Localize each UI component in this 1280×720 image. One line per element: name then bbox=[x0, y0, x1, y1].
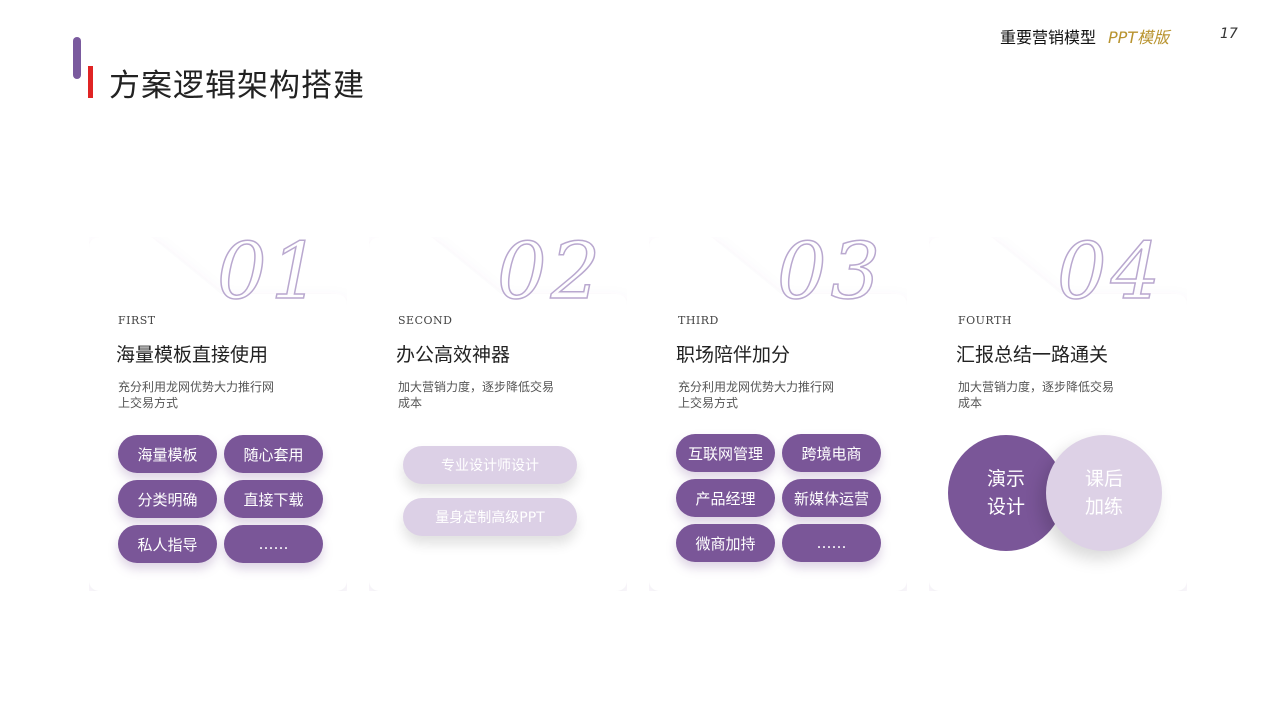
tag-pill[interactable]: 产品经理 bbox=[676, 479, 775, 517]
circle-after-class-practice[interactable]: 课后 加练 bbox=[1046, 435, 1162, 551]
brand-sub: PPT模版 bbox=[1108, 28, 1170, 47]
card-title: 汇报总结一路通关 bbox=[956, 344, 1109, 366]
card-number: 02 bbox=[496, 226, 605, 318]
card-number: 01 bbox=[216, 226, 325, 318]
card-description: 充分利用龙网优势大力推行网上交易方式 bbox=[678, 380, 835, 410]
card-title: 海量模板直接使用 bbox=[116, 344, 269, 366]
card-title: 职场陪伴加分 bbox=[676, 344, 791, 366]
title-red-bar bbox=[88, 66, 93, 98]
tag-pill[interactable]: 专业设计师设计 bbox=[403, 446, 577, 484]
circle-line: 课后 bbox=[1084, 468, 1123, 490]
circle-line: 设计 bbox=[986, 496, 1025, 518]
brand-header: 重要营销模型 PPT模版 bbox=[1000, 24, 1169, 48]
card-third: 03 THIRD 职场陪伴加分 充分利用龙网优势大力推行网上交易方式 互联网管理… bbox=[649, 226, 907, 591]
tag-pill[interactable]: 微商加持 bbox=[676, 524, 775, 562]
tag-pill[interactable]: 直接下载 bbox=[224, 480, 323, 518]
title-accent-bar bbox=[73, 37, 81, 79]
card-title: 办公高效神器 bbox=[396, 344, 511, 366]
tag-pill-more[interactable]: …… bbox=[782, 524, 881, 562]
card-number: 03 bbox=[776, 226, 885, 318]
circle-line: 演示 bbox=[986, 468, 1025, 490]
card-description: 加大营销力度，逐步降低交易成本 bbox=[958, 380, 1115, 410]
card-label: SECOND bbox=[398, 314, 453, 327]
card-description: 加大营销力度，逐步降低交易成本 bbox=[398, 380, 555, 410]
brand-main: 重要营销模型 bbox=[1000, 28, 1097, 47]
card-second: 02 SECOND 办公高效神器 加大营销力度，逐步降低交易成本 专业设计师设计… bbox=[369, 226, 627, 591]
card-fourth: 04 FOURTH 汇报总结一路通关 加大营销力度，逐步降低交易成本 演示 设计… bbox=[929, 226, 1187, 591]
page-number: 17 bbox=[1220, 26, 1238, 42]
tag-pill[interactable]: 跨境电商 bbox=[782, 434, 881, 472]
tag-pill[interactable]: 私人指导 bbox=[118, 525, 217, 563]
card-label: FOURTH bbox=[958, 314, 1012, 327]
card-label: FIRST bbox=[118, 314, 156, 327]
tag-pill-more[interactable]: …… bbox=[224, 525, 323, 563]
tag-pill[interactable]: 海量模板 bbox=[118, 435, 217, 473]
tag-pill[interactable]: 互联网管理 bbox=[676, 434, 775, 472]
page-title: 方案逻辑架构搭建 bbox=[109, 68, 365, 104]
tag-pill[interactable]: 新媒体运营 bbox=[782, 479, 881, 517]
card-number: 04 bbox=[1056, 226, 1165, 318]
card-first: 01 FIRST 海量模板直接使用 充分利用龙网优势大力推行网上交易方式 海量模… bbox=[89, 226, 347, 591]
card-description: 充分利用龙网优势大力推行网上交易方式 bbox=[118, 380, 275, 410]
tag-pill[interactable]: 分类明确 bbox=[118, 480, 217, 518]
tag-pill[interactable]: 随心套用 bbox=[224, 435, 323, 473]
circle-line: 加练 bbox=[1084, 496, 1123, 518]
card-label: THIRD bbox=[678, 314, 719, 327]
tag-pill[interactable]: 量身定制高级PPT bbox=[403, 498, 577, 536]
